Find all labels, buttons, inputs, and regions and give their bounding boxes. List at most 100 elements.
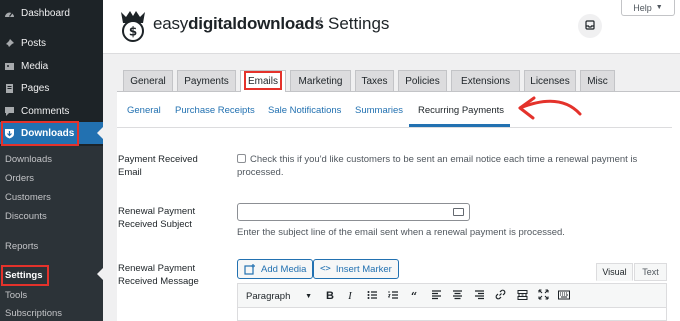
subtab-divider — [117, 127, 672, 128]
format-select-value: Paragraph — [246, 290, 291, 302]
sidebar-item-label: Dashboard — [21, 7, 70, 19]
help-button[interactable]: Help ▼ — [621, 0, 675, 16]
payment-received-label: Payment Received Email — [118, 153, 228, 179]
add-media-button[interactable]: Add Media — [237, 259, 314, 279]
label-line: Renewal Payment — [118, 206, 196, 217]
subtab-summaries[interactable]: Summaries — [355, 105, 403, 116]
sidebar-item-posts[interactable]: Posts — [0, 32, 103, 54]
annotation-arrow-icon — [518, 96, 582, 120]
toolbar-toggle-button[interactable] — [556, 288, 572, 304]
keyboard-icon — [558, 290, 570, 303]
label-line: Renewal Payment — [118, 263, 196, 274]
edd-logo-icon: $ — [119, 9, 147, 43]
add-media-icon — [244, 263, 256, 275]
read-more-button[interactable] — [514, 288, 530, 304]
inbox-button[interactable] — [578, 14, 602, 38]
subject-help-text: Enter the subject line of the email sent… — [237, 227, 565, 238]
submenu-discounts[interactable]: Discounts — [5, 211, 47, 222]
numbered-list-button[interactable] — [385, 288, 401, 304]
italic-button[interactable]: I — [342, 288, 358, 304]
sidebar-item-label: Comments — [21, 105, 70, 117]
sidebar-item-dashboard[interactable]: Dashboard — [0, 2, 103, 24]
editor-tab-visual[interactable]: Visual — [596, 263, 633, 281]
chevron-down-icon: ▼ — [305, 292, 312, 300]
numbered-list-icon — [387, 290, 399, 303]
sidebar-item-media[interactable]: Media — [0, 55, 103, 77]
page-header: $ easydigitaldownloads / Settings Help ▼ — [103, 0, 680, 54]
desc-line: Check this if you'd like customers to be… — [250, 154, 638, 165]
tab-policies[interactable]: Policies — [398, 70, 447, 91]
align-right-icon — [474, 289, 485, 303]
tab-marketing[interactable]: Marketing — [290, 70, 351, 91]
subtab-recurring-payments[interactable]: Recurring Payments — [418, 105, 504, 116]
active-subtab-indicator — [409, 124, 510, 127]
label-line: Received Message — [118, 276, 199, 287]
fullscreen-button[interactable] — [535, 288, 551, 304]
submenu-subscriptions[interactable]: Subscriptions — [5, 308, 62, 319]
format-select[interactable]: Paragraph ▼ — [242, 288, 316, 304]
link-icon — [495, 289, 506, 303]
emails-highlight — [244, 71, 282, 90]
subtab-sale-notifications[interactable]: Sale Notifications — [268, 105, 341, 116]
align-right-button[interactable] — [471, 288, 487, 304]
editor-toolbar: Paragraph ▼ B I “ — [237, 283, 667, 308]
sidebar-item-label: Pages — [21, 82, 50, 94]
italic-icon: I — [348, 290, 352, 302]
add-media-label: Add Media — [261, 263, 307, 275]
inbox-icon — [585, 19, 595, 33]
caret-down-icon: ▼ — [655, 4, 663, 11]
sidebar-item-label: Posts — [21, 37, 47, 49]
bold-icon: B — [326, 290, 334, 302]
submenu-orders[interactable]: Orders — [5, 173, 34, 184]
payment-received-description-cont: processed. — [237, 167, 284, 178]
payment-received-description: Check this if you'd like customers to be… — [250, 153, 637, 166]
submenu-reports[interactable]: Reports — [5, 241, 38, 252]
submenu-customers[interactable]: Customers — [5, 192, 51, 203]
brand-regular: easy — [153, 14, 189, 33]
message-label: Renewal Payment Received Message — [118, 262, 228, 288]
sidebar-item-pages[interactable]: Pages — [0, 77, 103, 99]
title-separator: / — [317, 14, 322, 33]
subtab-general[interactable]: General — [127, 105, 161, 116]
page-icon — [4, 83, 15, 94]
brand-name: easydigitaldownloads — [153, 14, 324, 34]
read-more-icon — [517, 289, 528, 303]
align-left-button[interactable] — [428, 288, 444, 304]
brand-bold: digitaldownloads — [188, 14, 324, 33]
pin-icon — [4, 38, 15, 49]
submenu-tools[interactable]: Tools — [5, 290, 27, 301]
tab-general[interactable]: General — [123, 70, 173, 91]
fullscreen-icon — [537, 289, 549, 303]
current-page-indicator — [97, 268, 103, 280]
subject-label: Renewal Payment Received Subject — [118, 205, 228, 231]
insert-link-button[interactable] — [492, 288, 508, 304]
blockquote-button[interactable]: “ — [406, 288, 422, 304]
autofill-card-icon — [453, 208, 464, 216]
dashboard-icon — [4, 8, 15, 19]
blockquote-icon: “ — [410, 289, 418, 303]
submenu-downloads[interactable]: Downloads — [5, 154, 52, 165]
subject-input[interactable] — [237, 203, 470, 221]
label-line: Payment Received — [118, 154, 198, 165]
bullet-list-icon — [367, 290, 378, 303]
svg-text:$: $ — [129, 25, 137, 39]
media-icon — [4, 61, 15, 72]
subtab-purchase-receipts[interactable]: Purchase Receipts — [175, 105, 255, 116]
message-editor[interactable] — [237, 308, 667, 321]
bullet-list-button[interactable] — [364, 288, 380, 304]
payment-received-checkbox[interactable] — [237, 154, 246, 163]
align-center-button[interactable] — [449, 288, 465, 304]
sidebar-item-label: Media — [21, 60, 49, 72]
editor-tab-text[interactable]: Text — [634, 263, 667, 281]
settings-highlight — [1, 265, 49, 286]
align-center-icon — [452, 289, 463, 303]
sidebar-item-comments[interactable]: Comments — [0, 100, 103, 122]
page-title: Settings — [328, 14, 390, 33]
label-line: Email — [118, 167, 142, 178]
label-line: Received Subject — [118, 219, 192, 230]
tab-taxes[interactable]: Taxes — [355, 70, 394, 91]
align-left-icon — [431, 289, 442, 303]
insert-marker-button[interactable]: <> Insert Marker — [313, 259, 399, 279]
tab-payments[interactable]: Payments — [177, 70, 236, 91]
bold-button[interactable]: B — [322, 288, 338, 304]
